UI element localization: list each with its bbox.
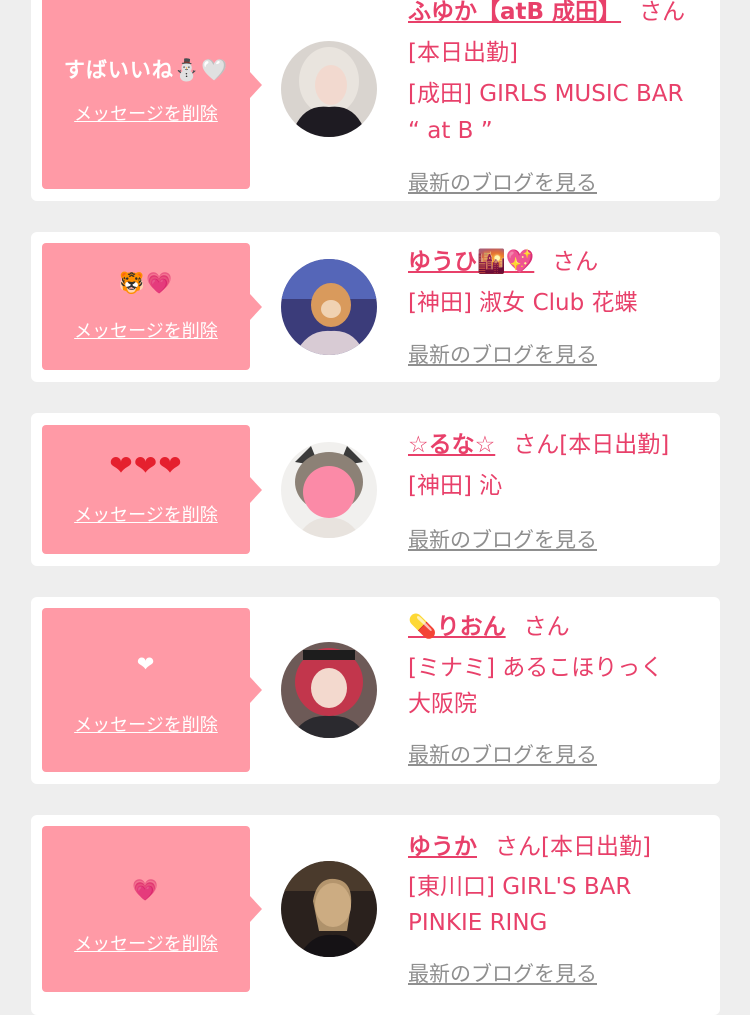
message-text: 💗 — [132, 878, 160, 902]
shop-name: [神田] 沁 — [408, 473, 503, 499]
view-latest-blog-link[interactable]: 最新のブログを見る — [408, 524, 597, 554]
avatar[interactable] — [281, 259, 377, 355]
attendance-status: [本日出勤] — [541, 834, 651, 860]
attendance-status: [本日出勤] — [408, 40, 518, 66]
message-bubble: ❤❤❤ メッセージを削除 — [42, 425, 262, 554]
honorific: さん — [523, 614, 570, 640]
avatar[interactable] — [281, 861, 377, 957]
message-card: すばいいね⛄🤍 メッセージを削除 ふゆか【atB 成田】 さん [本日出勤] [成… — [31, 0, 720, 201]
message-bubble: 🐯💗 メッセージを削除 — [42, 243, 262, 370]
delete-message-link[interactable]: メッセージを削除 — [42, 711, 250, 737]
honorific: さん — [639, 0, 686, 25]
avatar[interactable] — [281, 642, 377, 738]
view-latest-blog-link[interactable]: 最新のブログを見る — [408, 339, 597, 369]
view-latest-blog-link[interactable]: 最新のブログを見る — [408, 958, 597, 988]
cast-name-link[interactable]: ゆうか — [408, 834, 477, 860]
shop-name: [成田] GIRLS MUSIC BAR — [408, 81, 684, 107]
delete-message-link[interactable]: メッセージを削除 — [42, 501, 250, 527]
honorific: さん — [495, 834, 541, 860]
message-card: 🐯💗 メッセージを削除 ゆうひ🌇💖 さん [神田] 淑女 Club 花蝶 最新のブ… — [31, 232, 720, 382]
delete-message-link[interactable]: メッセージを削除 — [42, 317, 250, 343]
shop-name-continued: “ at B ” — [408, 118, 493, 144]
avatar-photo — [281, 861, 377, 957]
shop-name: [東川口] GIRL'S BAR — [408, 874, 632, 900]
message-card: ❤ メッセージを削除 💊りおん さん [ミナミ] あるこほりっく 大阪院 最新のブ… — [31, 597, 720, 784]
view-latest-blog-link[interactable]: 最新のブログを見る — [408, 167, 597, 197]
message-text: すばいいね⛄🤍 — [63, 58, 229, 82]
cast-name-link[interactable]: 💊りおん — [408, 614, 506, 640]
cast-name-link[interactable]: ふゆか【atB 成田】 — [408, 0, 621, 25]
cast-name-link[interactable]: ☆るな☆ — [408, 432, 495, 458]
shop-name-continued: 大阪院 — [408, 691, 477, 717]
avatar[interactable] — [281, 41, 377, 137]
delete-message-link[interactable]: メッセージを削除 — [42, 100, 250, 126]
message-bubble: すばいいね⛄🤍 メッセージを削除 — [42, 0, 262, 189]
message-text: 🐯💗 — [118, 271, 174, 295]
avatar-photo — [281, 442, 377, 538]
message-bubble: 💗 メッセージを削除 — [42, 826, 262, 992]
message-text: ❤❤❤ — [109, 449, 183, 482]
message-card: ❤❤❤ メッセージを削除 ☆るな☆ さん[本日出勤] [神田] 沁 最新のブログを… — [31, 413, 720, 566]
delete-message-link[interactable]: メッセージを削除 — [42, 930, 250, 956]
message-card: 💗 メッセージを削除 ゆうか さん[本日出勤] [東川口] GIRL'S BAR … — [31, 815, 720, 1015]
avatar-photo — [281, 41, 377, 137]
honorific: さん — [513, 432, 560, 458]
shop-name-continued: PINKIE RING — [408, 910, 548, 936]
attendance-status: [本日出勤] — [559, 432, 670, 458]
shop-name: [ミナミ] あるこほりっく — [408, 655, 664, 681]
avatar[interactable] — [281, 442, 377, 538]
avatar-photo — [281, 259, 377, 355]
message-text: ❤ — [136, 652, 156, 676]
cast-name-link[interactable]: ゆうひ🌇💖 — [408, 249, 534, 275]
avatar-photo — [281, 642, 377, 738]
view-latest-blog-link[interactable]: 最新のブログを見る — [408, 739, 597, 769]
shop-name: [神田] 淑女 Club 花蝶 — [408, 290, 638, 316]
honorific: さん — [552, 249, 599, 275]
message-bubble: ❤ メッセージを削除 — [42, 608, 262, 772]
